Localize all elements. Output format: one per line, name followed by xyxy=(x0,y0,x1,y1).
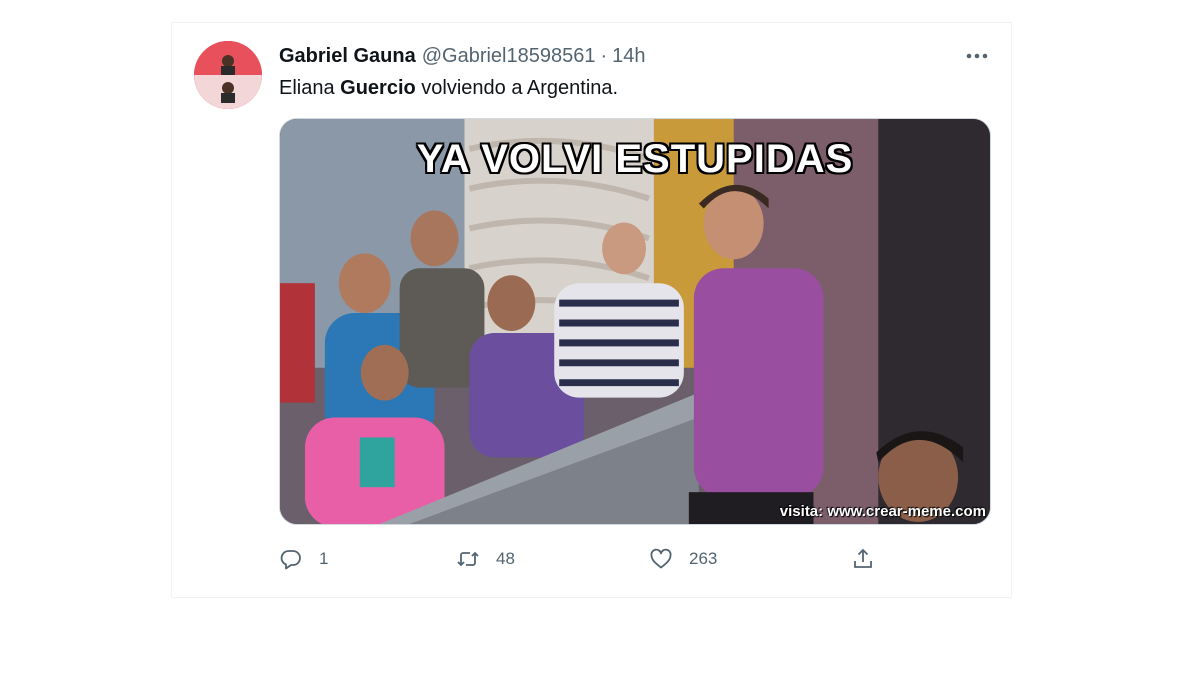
separator-dot: · xyxy=(600,45,608,67)
retweet-count: 48 xyxy=(496,549,515,568)
retweet-icon xyxy=(457,551,479,567)
retweet-button[interactable]: 48 xyxy=(456,543,515,575)
share-icon xyxy=(854,548,872,568)
tweet-text-bold: Guercio xyxy=(340,77,416,99)
reply-button[interactable]: 1 xyxy=(279,543,328,575)
author-display-name[interactable]: Gabriel Gauna xyxy=(279,45,416,67)
tweet-header: Gabriel Gauna @Gabriel18598561 · 14h xyxy=(279,43,646,69)
tweet-text-part1: Eliana xyxy=(279,77,341,99)
avatar-image xyxy=(194,41,262,109)
tweet-media[interactable]: YA VOLVI ESTUPIDAS visita: www.crear-mem… xyxy=(279,118,991,525)
heart-icon xyxy=(650,548,672,569)
reply-count: 1 xyxy=(319,549,329,568)
like-button[interactable]: 263 xyxy=(649,543,717,575)
tweet-card[interactable]: Gabriel Gauna @Gabriel18598561 · 14h Eliana… xyxy=(171,22,1012,598)
reply-icon xyxy=(280,550,301,570)
tweet-actions: 1 48 263 xyxy=(279,543,991,575)
meme-caption: YA VOLVI ESTUPIDAS xyxy=(416,137,854,181)
like-count: 263 xyxy=(689,549,718,568)
avatar[interactable] xyxy=(194,41,262,109)
author-handle[interactable]: @Gabriel18598561 xyxy=(422,45,596,67)
meme-watermark: visita: www.crear-meme.com xyxy=(779,503,986,520)
tweet-text-part2: volviendo a Argentina. xyxy=(415,77,619,99)
more-icon xyxy=(966,53,988,59)
share-button[interactable] xyxy=(851,543,875,575)
tweet-text: Eliana Guercio volviendo a Argentina. xyxy=(279,75,618,101)
tweet-timestamp[interactable]: 14h xyxy=(612,45,645,67)
more-options-button[interactable] xyxy=(962,45,992,67)
